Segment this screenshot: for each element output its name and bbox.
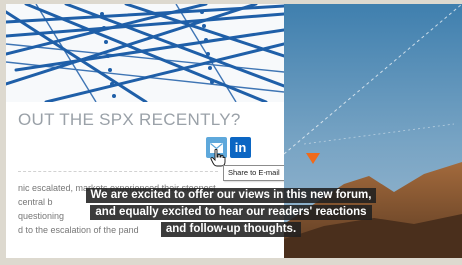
article-headline: OUT THE SPX RECENTLY? bbox=[18, 110, 241, 129]
share-linkedin-button[interactable]: in bbox=[230, 137, 251, 158]
caption-line: and follow-up thoughts. bbox=[160, 222, 302, 237]
caption-line: and equally excited to hear our readers'… bbox=[90, 205, 372, 220]
video-captions: We are excited to offer our views in thi… bbox=[0, 188, 462, 237]
hero-image bbox=[6, 4, 284, 102]
divider bbox=[18, 171, 218, 172]
frame-edge-bottom bbox=[0, 258, 462, 265]
linkedin-icon: in bbox=[234, 140, 247, 155]
share-tooltip: Share to E-mail bbox=[223, 165, 285, 181]
caption-line: We are excited to offer our views in thi… bbox=[85, 188, 377, 203]
